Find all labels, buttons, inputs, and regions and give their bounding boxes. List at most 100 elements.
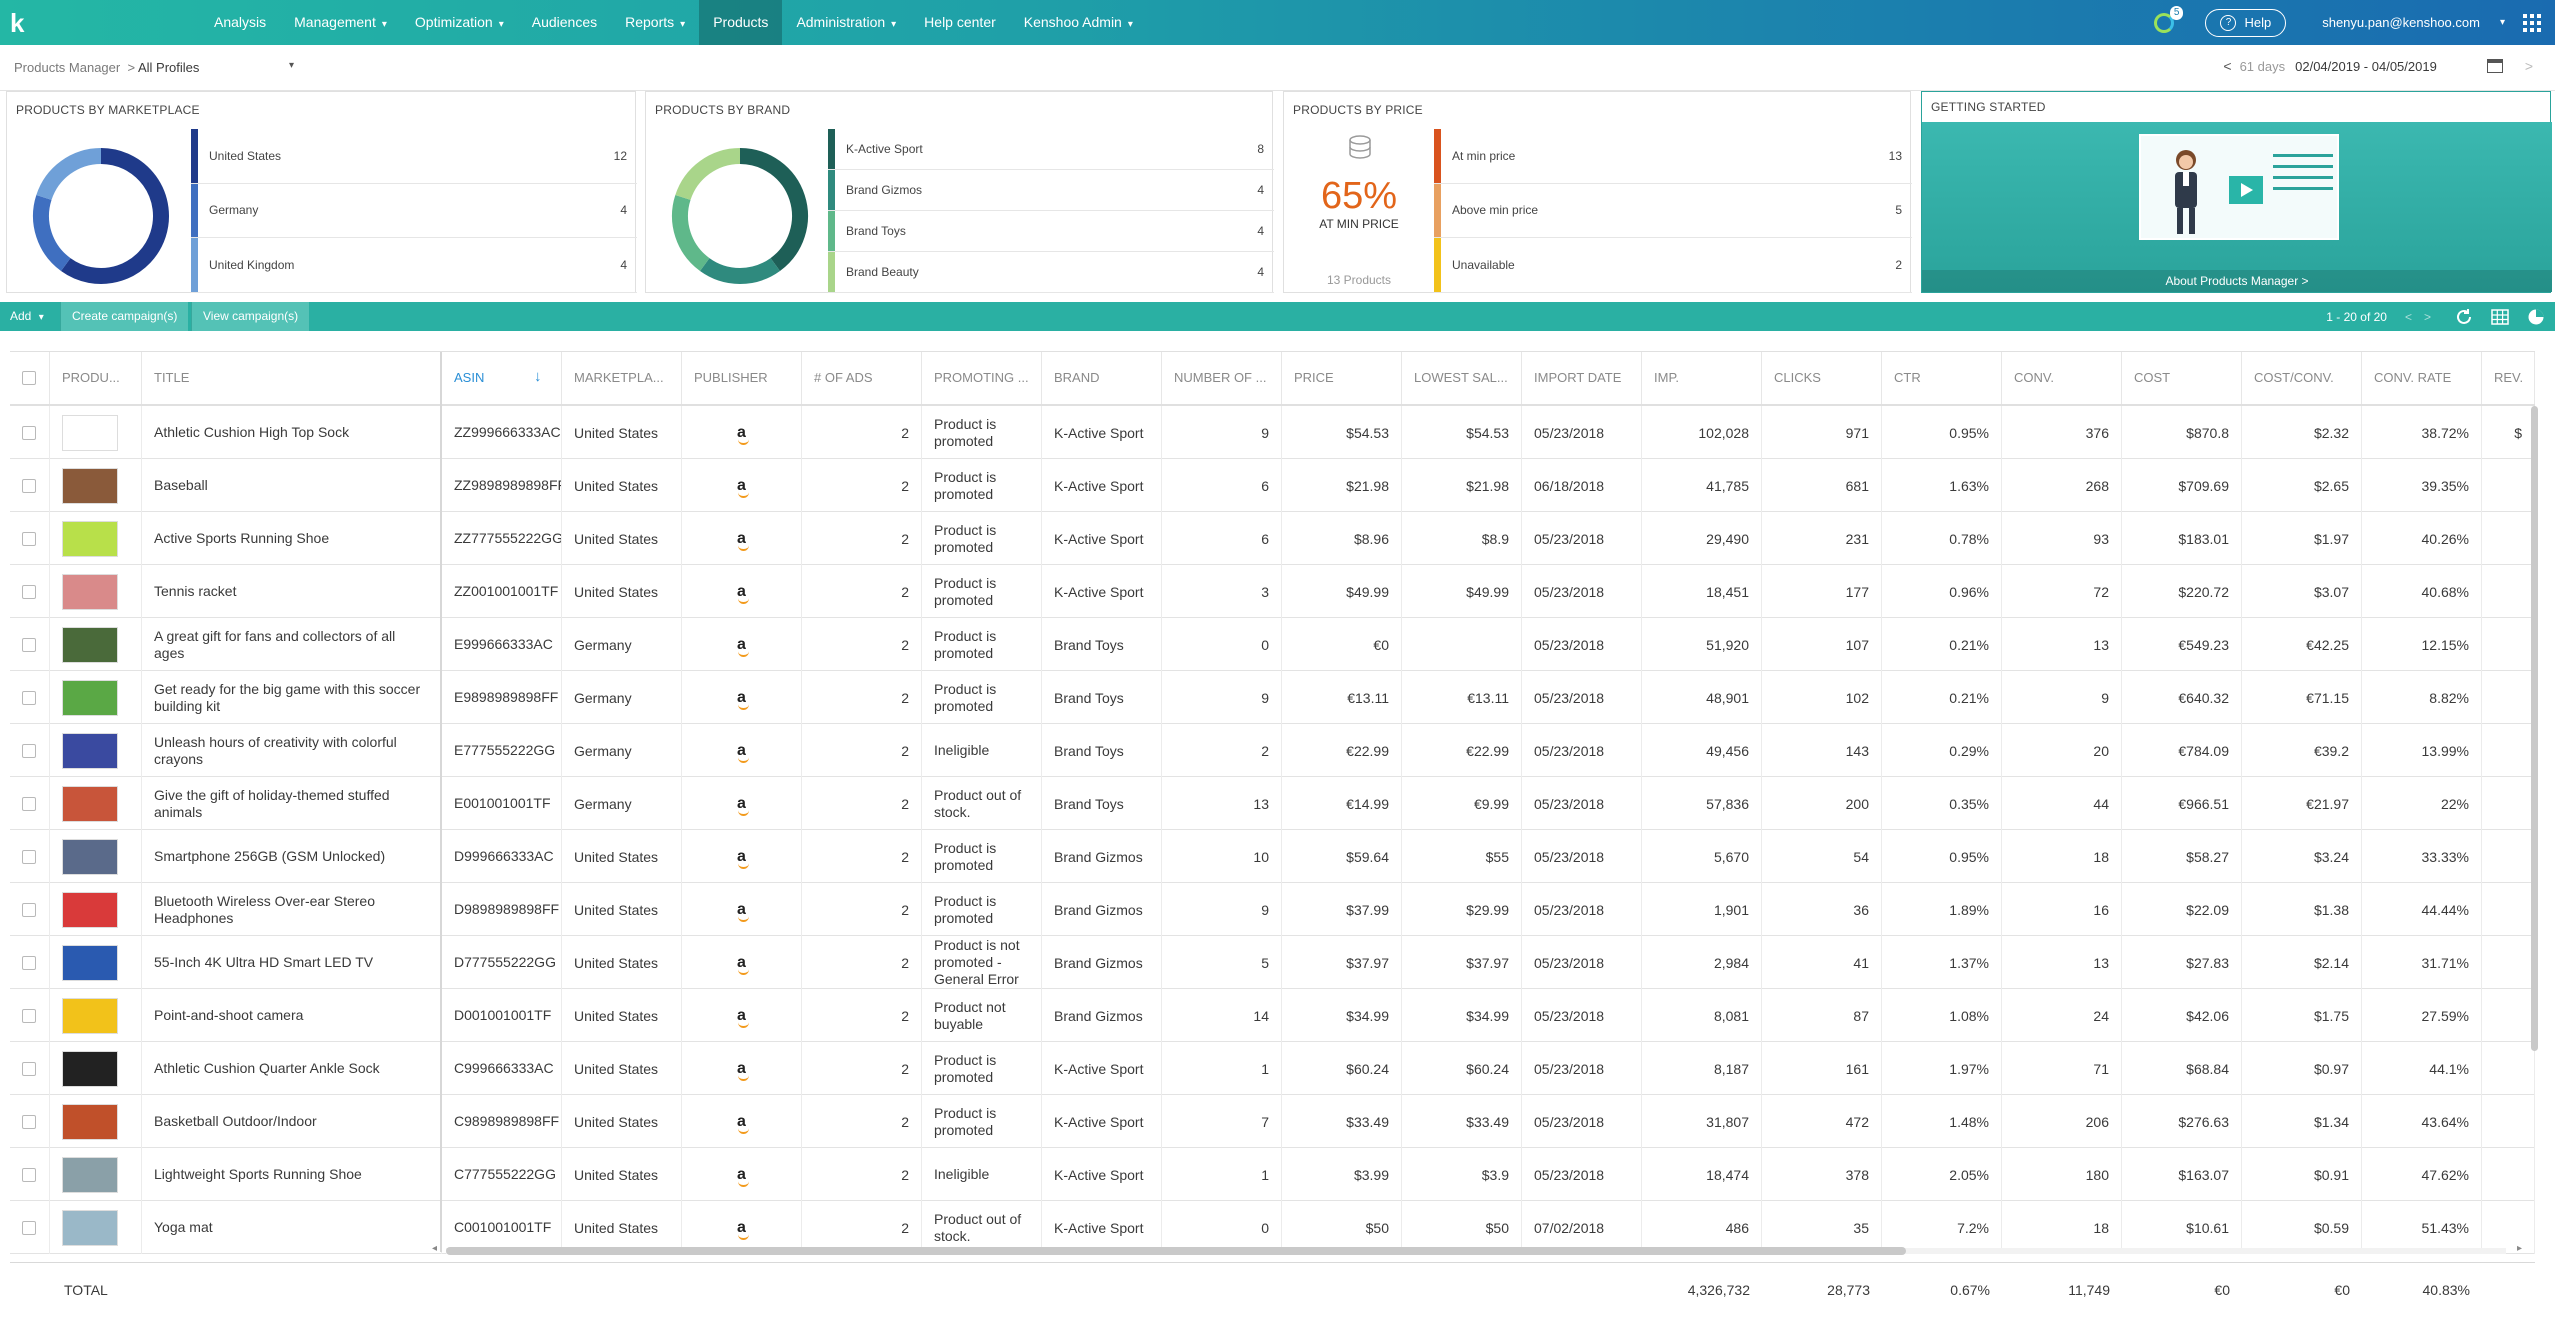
row-checkbox[interactable] — [22, 584, 36, 599]
column-header[interactable]: IMP. — [1642, 352, 1762, 404]
column-header[interactable]: BRAND — [1042, 352, 1162, 404]
row-checkbox[interactable] — [22, 1061, 36, 1076]
brand-legend-item[interactable]: Brand Gizmos 4 — [828, 170, 1274, 211]
app-grid-icon[interactable] — [2523, 13, 2541, 32]
price-legend-item[interactable]: Unavailable 2 — [1434, 238, 1912, 293]
brand-slice-2[interactable] — [672, 194, 710, 272]
column-header[interactable]: COST — [2122, 352, 2242, 404]
column-header[interactable]: PRODU... — [50, 352, 142, 404]
marketplace-slice-0[interactable] — [61, 148, 169, 284]
notifications-icon[interactable]: 5 — [2151, 5, 2184, 36]
vertical-scrollbar[interactable] — [2529, 406, 2539, 1246]
table-row[interactable]: Active Sports Running Shoe ZZ777555222GG U… — [10, 512, 2535, 565]
play-icon[interactable] — [2229, 176, 2263, 204]
column-header[interactable]: COST/CONV. — [2242, 352, 2362, 404]
column-header[interactable]: PRICE — [1282, 352, 1402, 404]
row-checkbox[interactable] — [22, 849, 36, 864]
scroll-right-icon[interactable]: ▸ — [2517, 1243, 2522, 1254]
column-header[interactable]: CONV. — [2002, 352, 2122, 404]
row-checkbox[interactable] — [22, 1008, 36, 1023]
brand-legend-item[interactable]: Brand Beauty 4 — [828, 252, 1274, 293]
table-row[interactable]: Athletic Cushion High Top Sock ZZ99966633… — [10, 406, 2535, 459]
table-row[interactable]: Tennis racket ZZ001001001TF United States a… — [10, 565, 2535, 618]
nav-item-management[interactable]: Management ▾ — [280, 0, 401, 45]
row-checkbox[interactable] — [22, 1220, 36, 1235]
sort-descending-icon[interactable]: ↓ — [534, 368, 542, 385]
table-row[interactable]: Athletic Cushion Quarter Ankle Sock C9996… — [10, 1042, 2535, 1095]
brand-legend-item[interactable]: K-Active Sport 8 — [828, 129, 1274, 170]
column-header[interactable]: # OF ADS — [802, 352, 922, 404]
column-header[interactable]: REV. — [2482, 352, 2535, 404]
column-header[interactable]: CONV. RATE — [2362, 352, 2482, 404]
nav-item-reports[interactable]: Reports ▾ — [611, 0, 699, 45]
horizontal-scrollbar[interactable]: ◂ ▸ — [432, 1243, 2522, 1256]
column-header[interactable]: CLICKS — [1762, 352, 1882, 404]
column-header[interactable]: PROMOTING ... — [922, 352, 1042, 404]
table-row[interactable]: Give the gift of holiday-themed stuffed … — [10, 777, 2535, 830]
breadcrumb[interactable]: Products Manager > — [14, 60, 135, 75]
row-checkbox[interactable] — [22, 425, 36, 440]
user-chevron-down-icon[interactable]: ▾ — [2500, 17, 2505, 28]
brand-slice-1[interactable] — [700, 257, 780, 284]
column-header[interactable]: ASIN — [442, 352, 562, 404]
about-products-manager-link[interactable]: About Products Manager > — [1922, 270, 2552, 292]
date-range-picker[interactable]: < 61 days 02/04/2019 - 04/05/2019 > — [2215, 58, 2541, 74]
profile-select[interactable]: All Profiles ▾ — [138, 60, 294, 75]
marketplace-legend-item[interactable]: United States 12 — [191, 129, 637, 184]
table-row[interactable]: Baseball ZZ9898989898FF United States a 2 Pro… — [10, 459, 2535, 512]
nav-item-products[interactable]: Products — [699, 0, 783, 45]
nav-item-kenshoo-admin[interactable]: Kenshoo Admin ▾ — [1010, 0, 1147, 45]
nav-item-audiences[interactable]: Audiences — [518, 0, 611, 45]
column-header[interactable]: IMPORT DATE — [1522, 352, 1642, 404]
select-all-checkbox-cell[interactable] — [10, 352, 50, 404]
marketplace-slice-2[interactable] — [36, 148, 102, 201]
view-campaigns-button[interactable]: View campaign(s) — [191, 302, 310, 331]
table-row[interactable]: A great gift for fans and collectors of … — [10, 618, 2535, 671]
kenshoo-logo[interactable]: k — [10, 9, 34, 37]
marketplace-legend-item[interactable]: United Kingdom 4 — [191, 238, 637, 293]
column-header[interactable]: PUBLISHER — [682, 352, 802, 404]
create-campaigns-button[interactable]: Create campaign(s) — [60, 302, 189, 331]
marketplace-slice-1[interactable] — [33, 194, 71, 272]
table-row[interactable]: Unleash hours of creativity with colorfu… — [10, 724, 2535, 777]
nav-item-administration[interactable]: Administration ▾ — [782, 0, 910, 45]
brand-slice-3[interactable] — [675, 148, 741, 201]
row-checkbox[interactable] — [22, 955, 36, 970]
next-period-icon[interactable]: > — [2525, 58, 2533, 74]
pie-chart-icon[interactable] — [2527, 308, 2545, 326]
select-all-checkbox[interactable] — [22, 371, 36, 385]
previous-page-icon[interactable]: < — [2405, 310, 2412, 324]
nav-item-help-center[interactable]: Help center — [910, 0, 1010, 45]
column-header[interactable]: LOWEST SAL... — [1402, 352, 1522, 404]
row-checkbox[interactable] — [22, 637, 36, 652]
table-row[interactable]: Smartphone 256GB (GSM Unlocked) D99966633… — [10, 830, 2535, 883]
column-header[interactable]: TITLE — [142, 352, 442, 404]
help-button[interactable]: ? Help — [2205, 8, 2287, 37]
add-dropdown-button[interactable]: Add ▾ — [10, 309, 44, 323]
row-checkbox[interactable] — [22, 690, 36, 705]
row-checkbox[interactable] — [22, 902, 36, 917]
previous-period-icon[interactable]: < — [2223, 58, 2231, 74]
columns-icon[interactable] — [2491, 308, 2509, 326]
next-page-icon[interactable]: > — [2424, 310, 2431, 324]
column-header[interactable]: MARKETPLA... — [562, 352, 682, 404]
nav-item-analysis[interactable]: Analysis — [200, 0, 280, 45]
nav-item-optimization[interactable]: Optimization ▾ — [401, 0, 518, 45]
row-checkbox[interactable] — [22, 478, 36, 493]
user-menu[interactable]: shenyu.pan@kenshoo.com — [2322, 15, 2480, 30]
scroll-left-icon[interactable]: ◂ — [432, 1243, 437, 1254]
brand-slice-0[interactable] — [739, 148, 808, 272]
table-row[interactable]: Basketball Outdoor/Indoor C9898989898FF Un… — [10, 1095, 2535, 1148]
column-header[interactable]: NUMBER OF ... — [1162, 352, 1282, 404]
row-checkbox[interactable] — [22, 796, 36, 811]
row-checkbox[interactable] — [22, 1167, 36, 1182]
column-header[interactable]: CTR — [1882, 352, 2002, 404]
row-checkbox[interactable] — [22, 531, 36, 546]
refresh-icon[interactable] — [2455, 308, 2473, 326]
row-checkbox[interactable] — [22, 1114, 36, 1129]
table-row[interactable]: 55-Inch 4K Ultra HD Smart LED TV D7775552… — [10, 936, 2535, 989]
table-row[interactable]: Get ready for the big game with this soc… — [10, 671, 2535, 724]
brand-legend-item[interactable]: Brand Toys 4 — [828, 211, 1274, 252]
row-checkbox[interactable] — [22, 743, 36, 758]
price-legend-item[interactable]: Above min price 5 — [1434, 183, 1912, 239]
